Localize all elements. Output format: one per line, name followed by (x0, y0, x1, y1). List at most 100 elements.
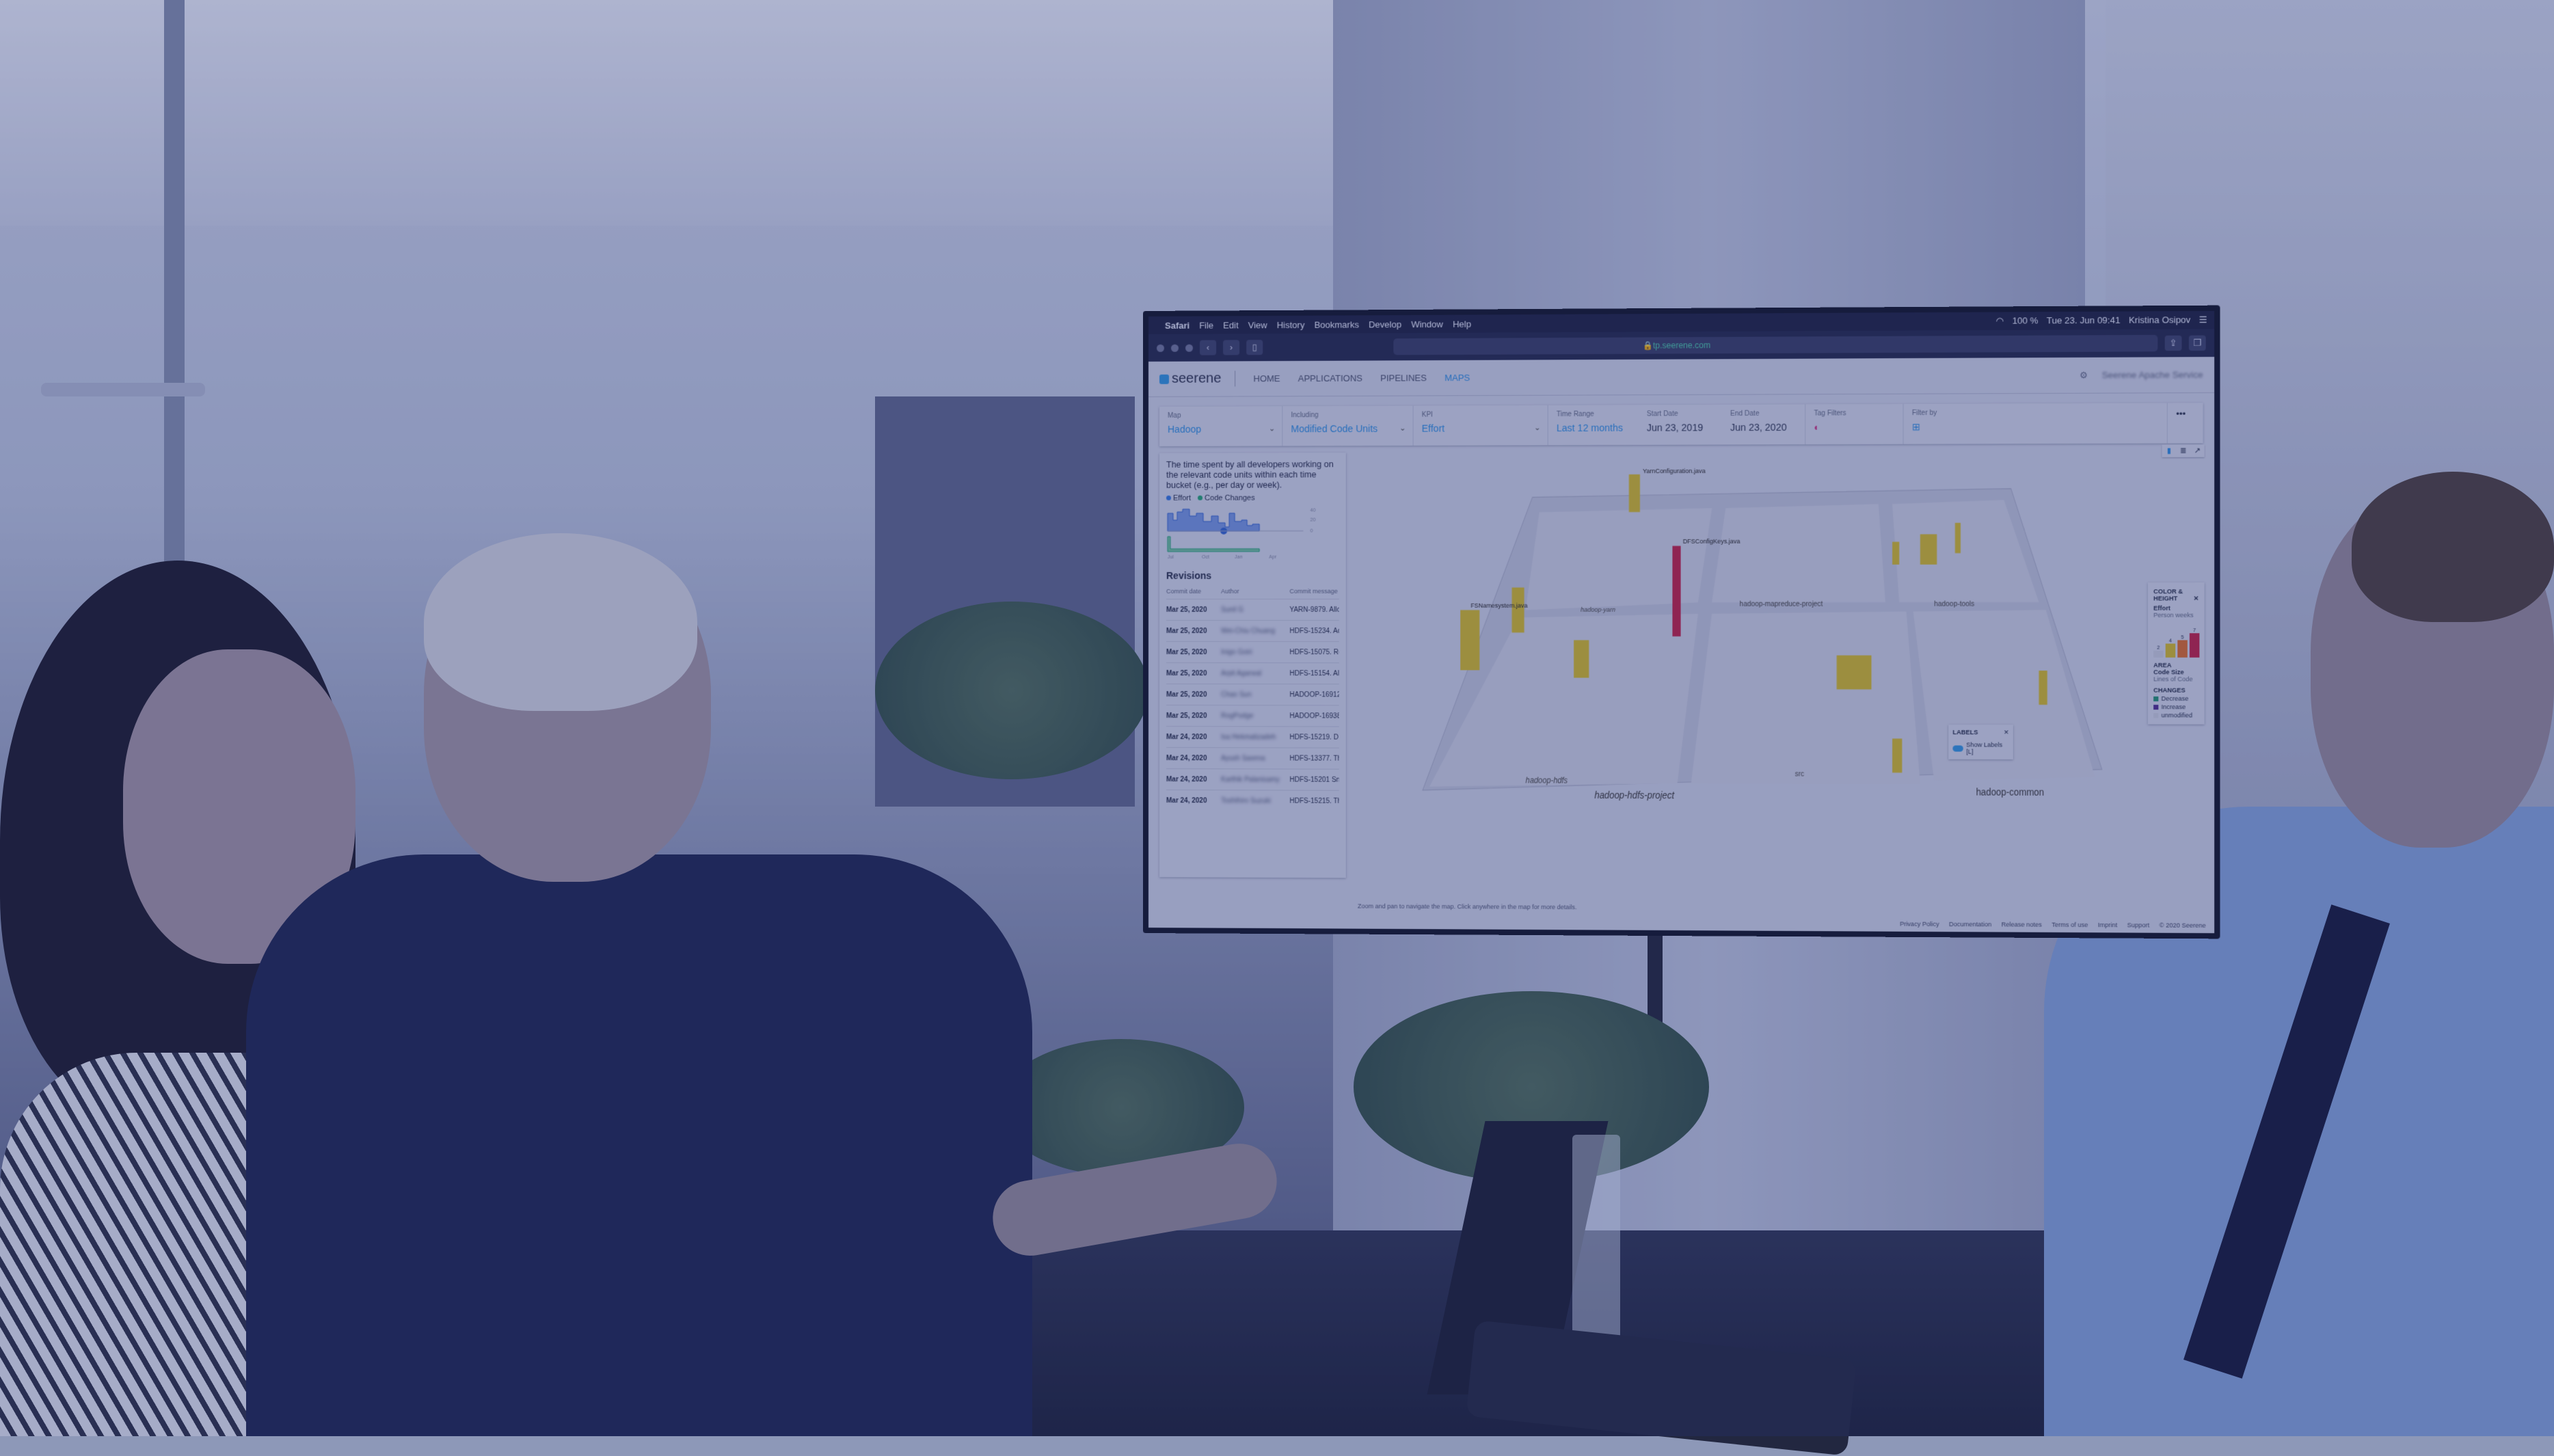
user-menu[interactable]: Kristina Osipov (2129, 314, 2190, 326)
gear-icon[interactable]: ⚙ (2080, 370, 2088, 381)
door-handle (41, 383, 205, 396)
footer-link[interactable]: Documentation (1949, 921, 1991, 928)
table-row[interactable]: Mar 25, 2020RogPodgeHADOOP-16938. Make n… (1166, 705, 1339, 726)
building[interactable] (1574, 640, 1589, 677)
commit-message: HDFS-15219. DFS Client... (1289, 733, 1339, 741)
clock[interactable]: Tue 23. Jun 09:41 (2047, 315, 2121, 327)
map-select[interactable]: MapHadoop⌄ (1159, 406, 1282, 446)
table-row[interactable]: Mar 24, 2020Ayush SaxenaHDFS-13377. The … (1166, 747, 1339, 769)
commit-date: Mar 24, 2020 (1166, 733, 1221, 741)
col-commit-message[interactable]: Commit message (1289, 588, 1337, 595)
building-fsnamesystem[interactable] (1460, 610, 1479, 670)
code-changes-series (1168, 537, 1259, 552)
footer-link[interactable]: Imprint (2098, 921, 2117, 928)
close-icon[interactable]: ✕ (2004, 729, 2009, 736)
close-icon[interactable]: ✕ (2194, 595, 2199, 602)
software-map-3d[interactable]: YarnConfiguration.java DFSConfigKeys.jav… (1354, 450, 2207, 891)
footer-link[interactable]: Privacy Policy (1900, 921, 1939, 928)
menu-develop[interactable]: Develop (1369, 319, 1401, 329)
building-dfsconfigkeys[interactable] (1672, 546, 1680, 636)
sidebar-icon[interactable]: ▯ (1246, 340, 1263, 355)
menu-view[interactable]: View (1248, 320, 1267, 330)
table-row[interactable]: Mar 24, 2020Isa HekmatizadehHDFS-15219. … (1166, 726, 1339, 748)
building[interactable] (1512, 587, 1524, 632)
nav-applications[interactable]: APPLICATIONS (1298, 373, 1362, 383)
building[interactable] (1892, 739, 1902, 773)
service-name[interactable]: Seerene Apache Service (2102, 369, 2203, 380)
footer-link[interactable]: Release notes (2002, 921, 2042, 928)
end-date-field[interactable]: End DateJun 23, 2020 (1722, 404, 1805, 444)
back-icon[interactable]: ‹ (1200, 340, 1216, 355)
table-row[interactable]: Mar 24, 2020Toshihiro SuzukiHDFS-15215. … (1166, 790, 1339, 811)
table-row[interactable]: Mar 25, 2020Inigo GoiriHDFS-15075. Remov… (1166, 641, 1339, 662)
table-row[interactable]: Mar 25, 2020Sunil GYARN-9879. Allow mult… (1166, 599, 1339, 620)
battery-status[interactable]: 100 % (2012, 315, 2038, 326)
tv-monitor: Safari File Edit View History Bookmarks … (1143, 306, 2220, 939)
minimize-window-button[interactable] (1171, 344, 1179, 351)
map-canvas[interactable]: YarnConfiguration.java DFSConfigKeys.jav… (1354, 450, 2207, 891)
col-author[interactable]: Author (1221, 588, 1289, 595)
close-window-button[interactable] (1157, 344, 1164, 351)
start-date-value: Jun 23, 2019 (1647, 422, 1714, 433)
add-filter-icon[interactable]: ⊞ (1912, 420, 2158, 433)
building[interactable] (1955, 523, 1961, 553)
table-row[interactable]: Mar 25, 2020Arpit AgarwalHDFS-15154. All… (1166, 662, 1339, 684)
area-metric: Code Size (2153, 669, 2199, 675)
col-commit-date[interactable]: Commit date (1166, 588, 1221, 595)
footer-link[interactable]: © 2020 Seerene (2160, 921, 2206, 929)
building[interactable] (1920, 535, 1937, 565)
district-label: hadoop-common (1976, 787, 2044, 798)
control-center-icon[interactable]: ☰ (2199, 314, 2207, 325)
nav-maps[interactable]: MAPS (1444, 373, 1470, 383)
author: Inigo Goiri (1221, 649, 1289, 656)
building-yarnconfiguration[interactable] (1629, 474, 1640, 512)
start-date-field[interactable]: Start Date Jun 23, 2019 (1639, 405, 1722, 445)
more-icon[interactable]: ••• (2168, 403, 2203, 443)
address-bar[interactable]: 🔒tp.seerene.com (1393, 335, 2158, 355)
footer-link[interactable]: Support (2127, 921, 2150, 928)
tabs-icon[interactable]: ❐ (2189, 336, 2206, 351)
scale-value: 4 (2169, 638, 2172, 643)
label-fsnamesystem: FSNamesystem.java (1470, 602, 1528, 610)
legend-title: COLOR & HEIGHT (2153, 588, 2183, 602)
scale-bar (2190, 633, 2199, 658)
menu-bookmarks[interactable]: Bookmarks (1314, 319, 1358, 329)
building[interactable] (1892, 542, 1899, 565)
tag-filters-select[interactable]: Tag Filters◐ (1805, 404, 1903, 444)
nav-pipelines[interactable]: PIPELINES (1380, 373, 1427, 383)
change-label: Increase (2161, 703, 2186, 710)
wifi-icon[interactable]: ◠ (1995, 316, 2004, 327)
author: Arpit Agarwal (1221, 670, 1289, 677)
table-row[interactable]: Mar 24, 2020Karthik PalanisamyHDFS-15201… (1166, 768, 1339, 790)
building[interactable] (2039, 671, 2047, 705)
menu-history[interactable]: History (1277, 319, 1305, 329)
table-row[interactable]: Mar 25, 2020Wei-Chiu ChuangHDFS-15234. A… (1166, 620, 1339, 641)
table-row[interactable]: Mar 25, 2020Chao SunHADOOP-16912. Emit p… (1166, 684, 1339, 705)
menu-safari[interactable]: Safari (1165, 320, 1189, 330)
forward-icon[interactable]: › (1223, 340, 1239, 355)
time-range-select[interactable]: Time RangeLast 12 months (1548, 405, 1639, 445)
menu-file[interactable]: File (1199, 320, 1213, 330)
commit-message: HDFS-15234. Add a def... (1289, 628, 1339, 635)
menu-help[interactable]: Help (1453, 319, 1471, 329)
start-date-label: Start Date (1647, 410, 1714, 418)
including-select[interactable]: IncludingModified Code Units⌄ (1282, 406, 1413, 446)
show-labels-toggle[interactable]: Show Labels [L] (1952, 741, 2008, 755)
commit-date: Mar 25, 2020 (1166, 712, 1221, 720)
change-swatch (2153, 713, 2158, 718)
zoom-window-button[interactable] (1185, 344, 1193, 351)
building[interactable] (1837, 656, 1872, 690)
toggle-switch[interactable] (1952, 745, 1963, 751)
seerene-logo[interactable]: seerene (1159, 370, 1235, 386)
kpi-select[interactable]: KPIEffort⌄ (1414, 405, 1548, 446)
menu-window[interactable]: Window (1411, 319, 1443, 329)
effort-timeline-chart[interactable]: 40 20 0 Jul Oct Jan Apr (1166, 506, 1338, 561)
share-icon[interactable]: ⇪ (2165, 336, 2182, 351)
district-src (1691, 612, 1920, 785)
menu-edit[interactable]: Edit (1223, 320, 1238, 330)
change-label: unmodified (2161, 712, 2192, 718)
scale-bar (2177, 640, 2187, 657)
nav-home[interactable]: HOME (1253, 373, 1280, 383)
footer-link[interactable]: Terms of use (2052, 921, 2088, 928)
commit-message: HDFS-15215. The Times... (1289, 797, 1339, 805)
